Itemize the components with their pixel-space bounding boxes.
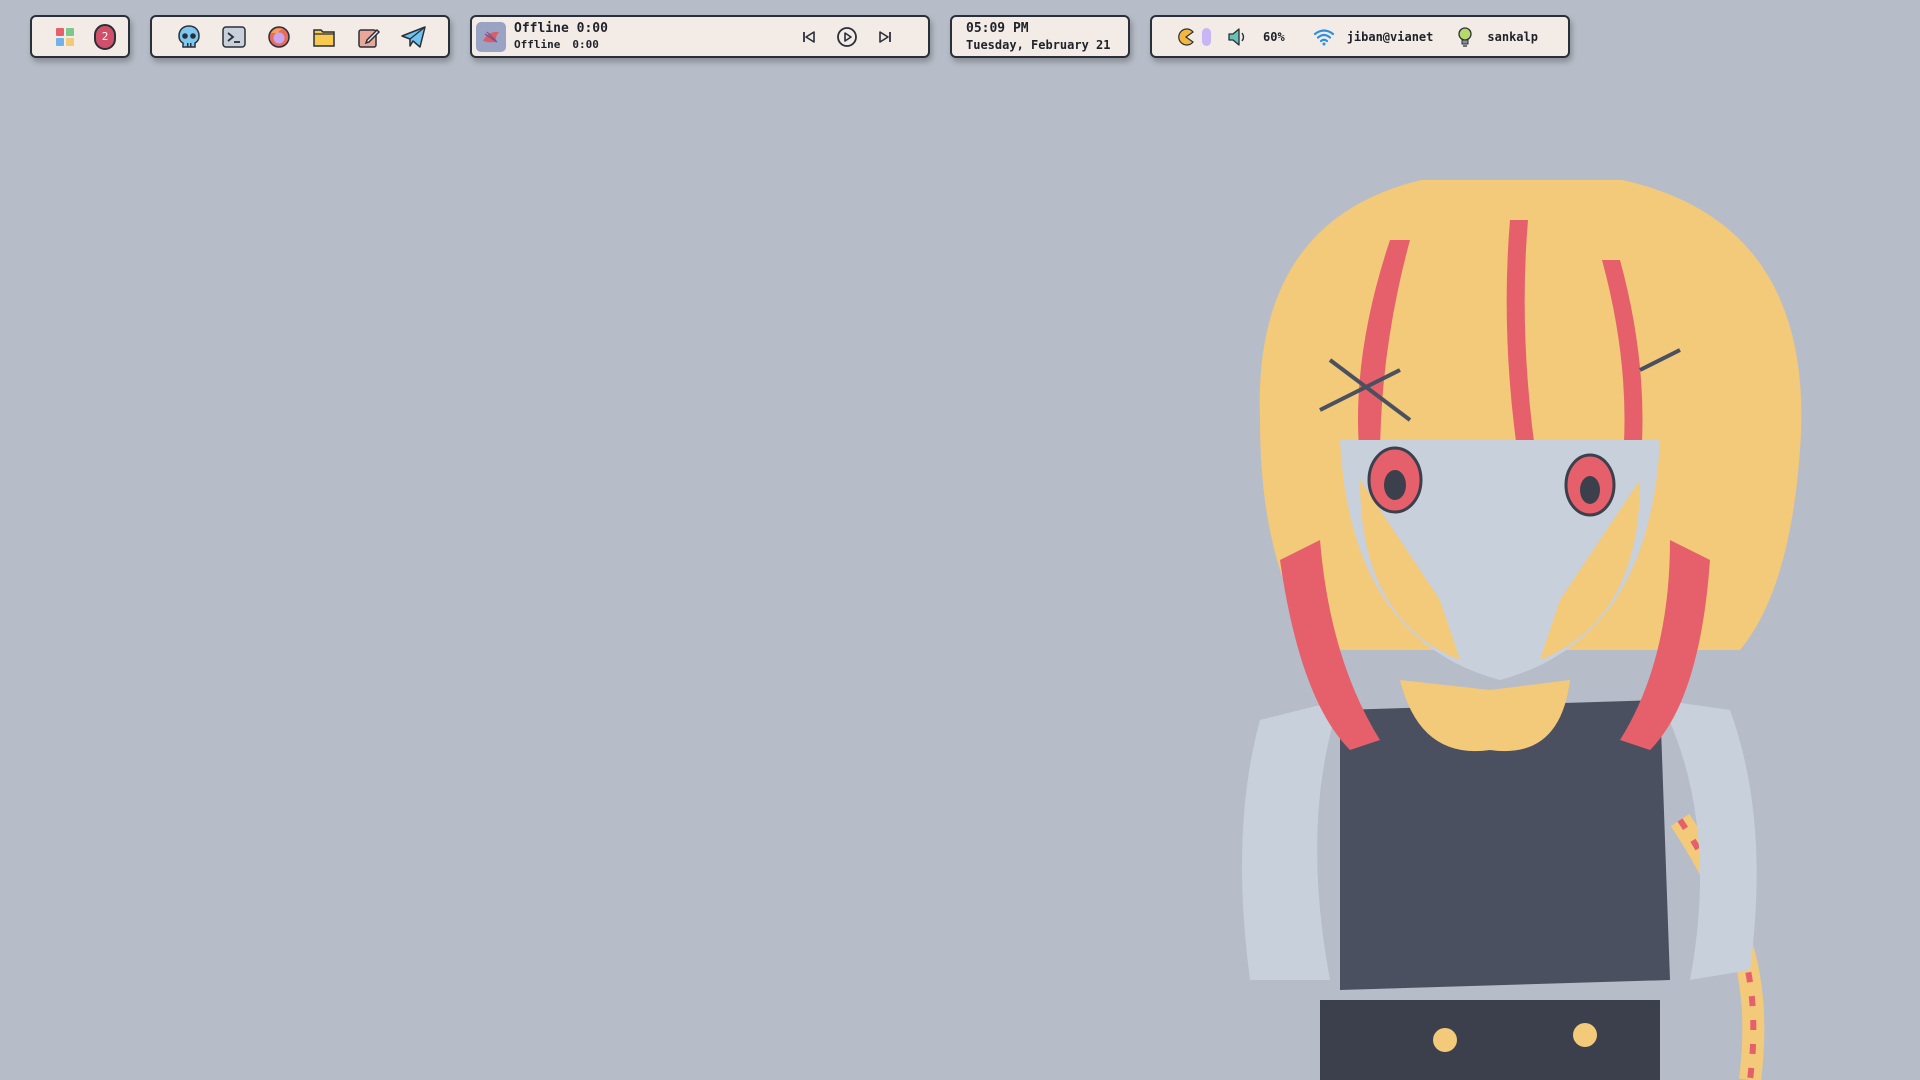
pacman-icon [1178, 27, 1194, 46]
media-time: 0:00 [572, 37, 599, 51]
volume-status[interactable]: 60% [1227, 27, 1285, 47]
clock-time: 05:09 PM [966, 20, 1029, 36]
media-player-bar: Offline 0:00 Offline 0:00 [470, 15, 930, 58]
media-status: Offline [514, 37, 561, 51]
windows-icon[interactable] [48, 20, 82, 54]
play-pause-icon[interactable] [830, 20, 864, 54]
bulb-icon [1458, 26, 1473, 47]
media-title: Offline 0:00 [514, 20, 608, 36]
desktop: 2 Offline 0:00 Offline 0:00 05:09 PM Tue… [0, 0, 1920, 1080]
terminal-icon[interactable] [217, 20, 251, 54]
editor-icon[interactable] [352, 20, 386, 54]
folder-icon[interactable] [307, 20, 341, 54]
app-launcher-bar [150, 15, 450, 58]
network-label: jiban@vianet [1346, 29, 1434, 44]
speaker-icon [1228, 27, 1245, 46]
workspaces-bar: 2 [30, 15, 130, 58]
wifi-icon [1313, 28, 1334, 45]
next-track-icon[interactable] [868, 20, 902, 54]
telegram-icon[interactable] [397, 20, 431, 54]
previous-track-icon[interactable] [792, 20, 826, 54]
album-art [476, 21, 506, 52]
user-label: sankalp [1487, 29, 1538, 44]
network-status[interactable]: jiban@vianet [1313, 28, 1434, 46]
battery-pill [1202, 27, 1211, 46]
battery-status[interactable] [1176, 27, 1211, 47]
volume-label: 60% [1263, 29, 1285, 44]
clock-bar[interactable]: 05:09 PM Tuesday, February 21 [950, 15, 1130, 58]
skull-icon[interactable] [172, 20, 206, 54]
workspace-badge[interactable]: 2 [94, 23, 116, 50]
wallpaper-illustration [1242, 180, 1802, 1080]
status-bar: 60% jiban@vianet sankalp [1150, 15, 1570, 58]
clock-date: Tuesday, February 21 [966, 37, 1111, 52]
firefox-icon[interactable] [262, 20, 296, 54]
user-status[interactable]: sankalp [1455, 26, 1538, 48]
